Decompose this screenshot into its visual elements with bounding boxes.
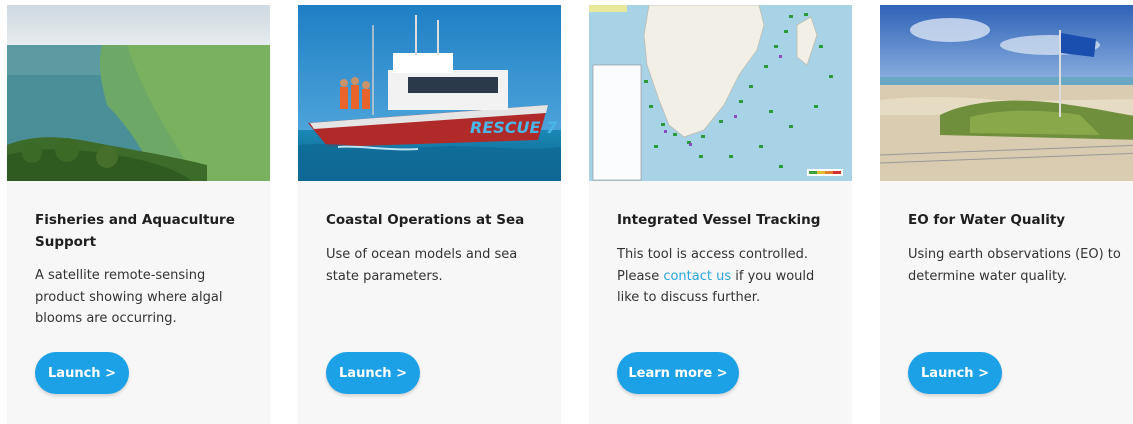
contact-us-link[interactable]: contact us [663, 269, 731, 284]
card-title: Fisheries and Aquaculture Support [35, 212, 235, 250]
card-coastal-operations: RESCUE 7 Coastal Operations at Sea Use o… [298, 5, 561, 424]
boat-hull-label: RESCUE 7 [470, 118, 558, 137]
learn-more-button[interactable]: Learn more > [617, 352, 739, 394]
rescue-boat-image: RESCUE 7 [298, 5, 561, 181]
vessel-tracking-map-image [589, 5, 852, 181]
card-water-quality: EO for Water Quality Using earth observa… [880, 5, 1133, 424]
launch-button[interactable]: Launch > [326, 352, 420, 394]
launch-button[interactable]: Launch > [908, 352, 1002, 394]
beach-blue-flag-image [880, 5, 1133, 181]
card-title: EO for Water Quality [908, 212, 1066, 228]
algal-bloom-image [7, 5, 270, 181]
card-description: Use of ocean models and sea state parame… [326, 247, 518, 284]
card-description: A satellite remote-sensing product showi… [35, 268, 223, 326]
card-title: Coastal Operations at Sea [326, 212, 525, 228]
card-title: Integrated Vessel Tracking [617, 212, 821, 228]
launch-button[interactable]: Launch > [35, 352, 129, 394]
card-description: Using earth observations (EO) to determi… [908, 247, 1121, 284]
card-vessel-tracking: Integrated Vessel Tracking This tool is … [589, 5, 852, 424]
card-description: This tool is access controlled. Please c… [617, 244, 832, 309]
card-fisheries: Fisheries and Aquaculture Support A sate… [7, 5, 270, 424]
